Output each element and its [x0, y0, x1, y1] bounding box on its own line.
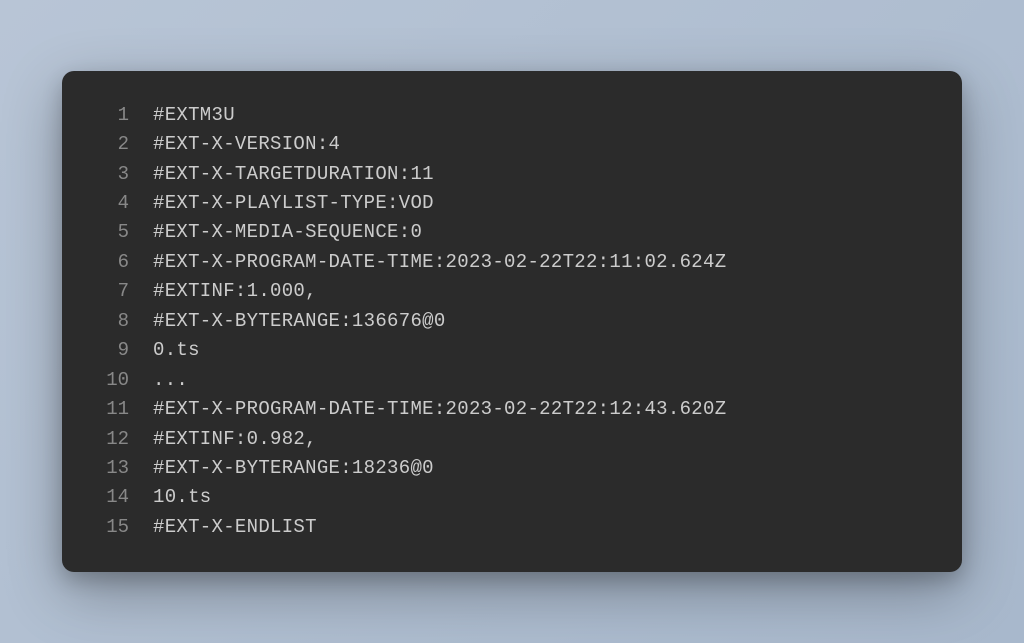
line-content: #EXT-X-TARGETDURATION:11	[153, 160, 434, 189]
code-line: 7 #EXTINF:1.000,	[87, 277, 937, 306]
line-number: 3	[87, 160, 129, 189]
line-number: 9	[87, 336, 129, 365]
code-line: 8 #EXT-X-BYTERANGE:136676@0	[87, 307, 937, 336]
code-line: 1 #EXTM3U	[87, 101, 937, 130]
code-line: 3 #EXT-X-TARGETDURATION:11	[87, 160, 937, 189]
line-number: 10	[87, 366, 129, 395]
line-number: 4	[87, 189, 129, 218]
line-number: 8	[87, 307, 129, 336]
line-number: 7	[87, 277, 129, 306]
line-content: #EXT-X-PROGRAM-DATE-TIME:2023-02-22T22:1…	[153, 395, 726, 424]
code-line: 14 10.ts	[87, 483, 937, 512]
code-line: 13 #EXT-X-BYTERANGE:18236@0	[87, 454, 937, 483]
line-content: #EXT-X-PROGRAM-DATE-TIME:2023-02-22T22:1…	[153, 248, 726, 277]
line-content: #EXT-X-PLAYLIST-TYPE:VOD	[153, 189, 434, 218]
line-number: 12	[87, 425, 129, 454]
line-number: 11	[87, 395, 129, 424]
line-content: #EXT-X-VERSION:4	[153, 130, 340, 159]
line-number: 1	[87, 101, 129, 130]
line-content: #EXTM3U	[153, 101, 235, 130]
code-line: 4 #EXT-X-PLAYLIST-TYPE:VOD	[87, 189, 937, 218]
code-line: 11 #EXT-X-PROGRAM-DATE-TIME:2023-02-22T2…	[87, 395, 937, 424]
code-line: 2 #EXT-X-VERSION:4	[87, 130, 937, 159]
code-line: 5 #EXT-X-MEDIA-SEQUENCE:0	[87, 218, 937, 247]
line-number: 15	[87, 513, 129, 542]
line-content: #EXTINF:1.000,	[153, 277, 317, 306]
line-number: 5	[87, 218, 129, 247]
line-content: #EXT-X-BYTERANGE:18236@0	[153, 454, 434, 483]
line-content: #EXTINF:0.982,	[153, 425, 317, 454]
line-number: 13	[87, 454, 129, 483]
line-number: 14	[87, 483, 129, 512]
code-line: 12 #EXTINF:0.982,	[87, 425, 937, 454]
line-content: ...	[153, 366, 188, 395]
line-content: #EXT-X-BYTERANGE:136676@0	[153, 307, 446, 336]
code-line: 15 #EXT-X-ENDLIST	[87, 513, 937, 542]
code-block: 1 #EXTM3U 2 #EXT-X-VERSION:4 3 #EXT-X-TA…	[62, 71, 962, 573]
code-line: 6 #EXT-X-PROGRAM-DATE-TIME:2023-02-22T22…	[87, 248, 937, 277]
code-line: 9 0.ts	[87, 336, 937, 365]
line-number: 6	[87, 248, 129, 277]
line-content: 0.ts	[153, 336, 200, 365]
line-content: #EXT-X-ENDLIST	[153, 513, 317, 542]
line-content: #EXT-X-MEDIA-SEQUENCE:0	[153, 218, 422, 247]
line-content: 10.ts	[153, 483, 212, 512]
code-line: 10 ...	[87, 366, 937, 395]
line-number: 2	[87, 130, 129, 159]
